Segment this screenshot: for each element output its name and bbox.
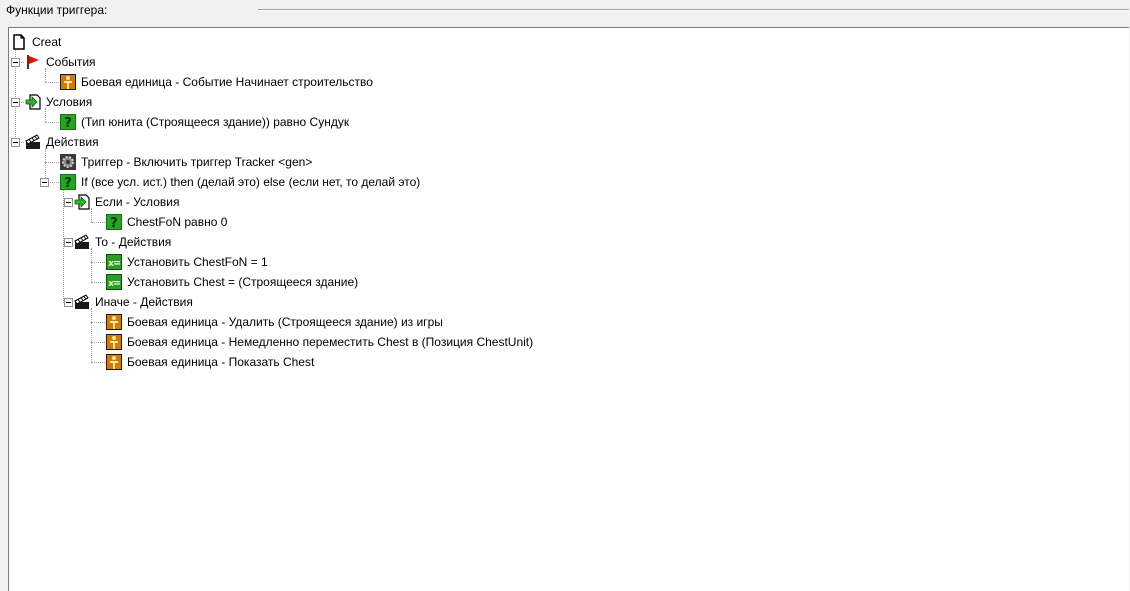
tree-line <box>45 82 59 83</box>
tree-line <box>45 162 59 163</box>
tree-line <box>91 342 105 343</box>
tree-line <box>91 282 105 283</box>
trigger-functions-groupbox: Функции триггера: Creat События Боевая е… <box>0 0 1130 591</box>
tree-node-events[interactable]: События <box>25 53 96 71</box>
tree-line <box>50 182 59 183</box>
tree-node-if-conditions[interactable]: Если - Условия <box>74 193 179 211</box>
question-icon: ? <box>106 214 122 230</box>
clapper-icon <box>74 294 90 310</box>
tree-node-label: Установить ChestFoN = 1 <box>127 255 268 269</box>
set-variable-icon: x = <box>106 254 122 270</box>
tree-node-action-trigger[interactable]: Триггер - Включить триггер Tracker <gen> <box>60 153 312 171</box>
red-flag-icon <box>25 54 41 70</box>
tree-node-else-item[interactable]: Боевая единица - Показать Chest <box>106 353 314 371</box>
tree-node-label: То - Действия <box>95 235 172 249</box>
tree-line <box>91 362 105 363</box>
tree-node-condition-item[interactable]: ? (Тип юнита (Строящееся здание)) равно … <box>60 113 349 131</box>
tree-node-conditions[interactable]: Условия <box>25 93 92 111</box>
trigger-tree-view[interactable]: Creat События Боевая единица - Событие Н… <box>8 27 1129 591</box>
svg-text:=: = <box>113 258 121 269</box>
tree-node-label: Условия <box>46 95 93 109</box>
collapse-then-actions-toggle[interactable] <box>64 238 73 247</box>
unit-icon <box>60 74 76 90</box>
tree-line <box>91 222 105 223</box>
svg-text:?: ? <box>64 176 72 190</box>
tree-line <box>91 308 92 362</box>
question-icon: ? <box>60 174 76 190</box>
green-arrow-doc-icon <box>74 194 90 210</box>
collapse-else-actions-toggle[interactable] <box>64 298 73 307</box>
svg-text:?: ? <box>64 116 72 130</box>
tree-node-if-condition-item[interactable]: ? ChestFoN равно 0 <box>106 213 227 231</box>
tree-node-label: Действия <box>46 135 99 149</box>
tree-node-then-item[interactable]: x = Установить Chest = (Строящееся здание… <box>106 273 358 291</box>
tree-node-label: Триггер - Включить триггер Tracker <gen> <box>81 155 313 169</box>
tree-node-label: Если - Условия <box>95 195 180 209</box>
tree-line <box>91 262 105 263</box>
tree-node-label: (Тип юнита (Строящееся здание)) равно Су… <box>81 115 350 129</box>
tree-node-label: Боевая единица - Немедленно переместить … <box>127 335 534 349</box>
tree-node-actions[interactable]: Действия <box>25 133 99 151</box>
tree-node-label: If (все усл. ист.) then (делай это) else… <box>81 175 421 189</box>
tree-line <box>91 322 105 323</box>
tree-node-root[interactable]: Creat <box>11 33 61 51</box>
tree-node-label: Боевая единица - Показать Chest <box>127 355 315 369</box>
unit-icon <box>106 354 122 370</box>
collapse-conditions-toggle[interactable] <box>11 98 20 107</box>
tree-node-label: Боевая единица - Удалить (Строящееся зда… <box>127 315 443 329</box>
clapper-icon <box>25 134 41 150</box>
collapse-actions-toggle[interactable] <box>11 138 20 147</box>
document-icon <box>11 34 27 50</box>
svg-text:?: ? <box>110 216 118 230</box>
question-icon: ? <box>60 114 76 130</box>
tree-node-label: Creat <box>32 35 62 49</box>
groupbox-border <box>258 9 1129 11</box>
tree-node-label: События <box>46 55 96 69</box>
gear-icon <box>60 154 76 170</box>
tree-node-label: Боевая единица - Событие Начинает строит… <box>81 75 373 89</box>
tree-line <box>45 122 59 123</box>
tree-line <box>91 248 92 282</box>
tree-node-label: ChestFoN равно 0 <box>127 215 228 229</box>
tree-node-then-actions[interactable]: То - Действия <box>74 233 171 251</box>
tree-node-label: Установить Chest = (Строящееся здание) <box>127 275 359 289</box>
tree-node-label: Иначе - Действия <box>95 295 193 309</box>
tree-node-action-if[interactable]: ? If (все усл. ист.) then (делай это) el… <box>60 173 420 191</box>
collapse-events-toggle[interactable] <box>11 58 20 67</box>
tree-node-event-item[interactable]: Боевая единица - Событие Начинает строит… <box>60 73 373 91</box>
tree-node-else-item[interactable]: Боевая единица - Удалить (Строящееся зда… <box>106 313 443 331</box>
svg-text:=: = <box>113 278 121 289</box>
clapper-icon <box>74 234 90 250</box>
unit-icon <box>106 314 122 330</box>
green-arrow-doc-icon <box>25 94 41 110</box>
groupbox-title: Функции триггера: <box>5 3 109 17</box>
tree-node-then-item[interactable]: x = Установить ChestFoN = 1 <box>106 253 268 271</box>
tree-line <box>45 148 46 182</box>
collapse-if-toggle[interactable] <box>40 178 49 187</box>
set-variable-icon: x = <box>106 274 122 290</box>
unit-icon <box>106 334 122 350</box>
tree-node-else-item[interactable]: Боевая единица - Немедленно переместить … <box>106 333 533 351</box>
tree-node-else-actions[interactable]: Иначе - Действия <box>74 293 193 311</box>
collapse-if-conditions-toggle[interactable] <box>64 198 73 207</box>
